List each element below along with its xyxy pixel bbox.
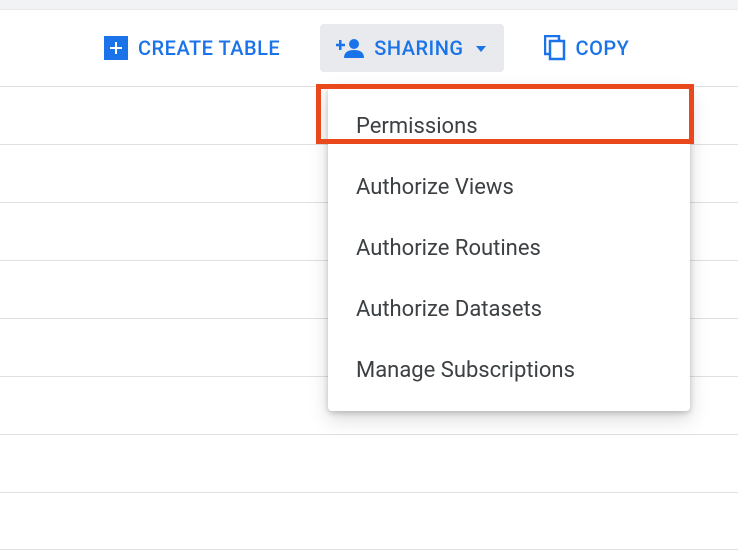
copy-icon [544, 35, 566, 61]
table-row [0, 434, 738, 492]
top-bar [0, 0, 738, 10]
menu-item-authorize-datasets[interactable]: Authorize Datasets [328, 279, 690, 340]
menu-item-label: Manage Subscriptions [356, 358, 575, 383]
create-table-button[interactable]: CREATE TABLE [88, 24, 296, 72]
plus-box-icon [104, 36, 128, 60]
dropdown-arrow-icon [474, 41, 488, 55]
menu-item-manage-subscriptions[interactable]: Manage Subscriptions [328, 340, 690, 401]
menu-item-label: Permissions [356, 114, 478, 139]
menu-item-authorize-views[interactable]: Authorize Views [328, 157, 690, 218]
table-row [0, 492, 738, 550]
sharing-button[interactable]: SHARING [320, 24, 503, 72]
toolbar: CREATE TABLE SHARING COPY [0, 10, 738, 86]
menu-item-permissions[interactable]: Permissions [328, 96, 690, 157]
menu-item-authorize-routines[interactable]: Authorize Routines [328, 218, 690, 279]
menu-item-label: Authorize Views [356, 175, 514, 200]
menu-item-label: Authorize Routines [356, 236, 541, 261]
copy-label: COPY [576, 36, 630, 60]
sharing-dropdown-menu: Permissions Authorize Views Authorize Ro… [328, 86, 690, 411]
sharing-label: SHARING [374, 36, 463, 60]
menu-item-label: Authorize Datasets [356, 297, 542, 322]
copy-button[interactable]: COPY [528, 23, 646, 73]
create-table-label: CREATE TABLE [138, 36, 280, 60]
person-add-icon [336, 36, 364, 60]
